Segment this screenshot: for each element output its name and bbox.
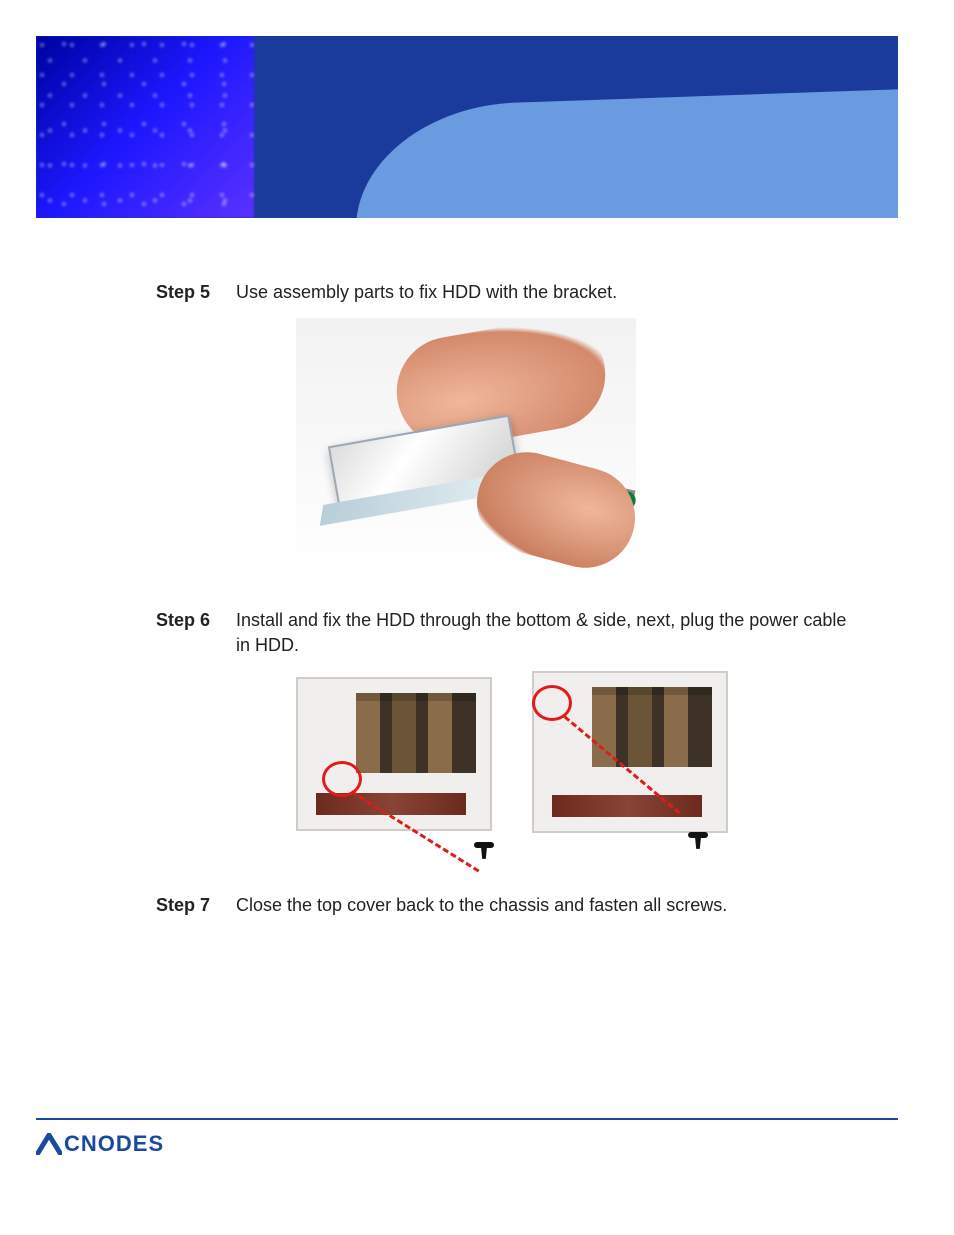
step-7-block: Step 7 Close the top cover back to the c… — [156, 893, 856, 917]
step-5-label: Step 5 — [156, 280, 236, 304]
banner-pcb-graphic — [36, 36, 254, 218]
step-6-block: Step 6 Install and fix the HDD through t… — [156, 608, 856, 657]
brand-logo-mark-icon — [36, 1133, 62, 1155]
chassis-board-graphic — [552, 795, 702, 817]
step-7-label: Step 7 — [156, 893, 236, 917]
step-7-text: Close the top cover back to the chassis … — [236, 893, 856, 917]
chassis-install-photo — [296, 671, 728, 859]
chassis-bottom-graphic — [296, 677, 492, 831]
step-5-figure — [296, 318, 954, 580]
hdd-bracket-photo — [296, 318, 636, 580]
brand-logo: CNODES — [36, 1131, 164, 1157]
footer-divider — [36, 1118, 898, 1120]
step-6-figure — [296, 671, 954, 859]
document-page: Step 5 Use assembly parts to fix HDD wit… — [0, 0, 954, 1235]
brand-logo-text: CNODES — [64, 1131, 164, 1157]
screw-icon — [474, 839, 494, 857]
content-area: Step 5 Use assembly parts to fix HDD wit… — [156, 280, 856, 931]
banner-swoosh-graphic — [356, 84, 898, 218]
step-6-text: Install and fix the HDD through the bott… — [236, 608, 856, 657]
header-banner — [36, 36, 898, 218]
step-5-block: Step 5 Use assembly parts to fix HDD wit… — [156, 280, 856, 304]
screw-icon — [688, 829, 708, 847]
step-6-label: Step 6 — [156, 608, 236, 632]
step-5-text: Use assembly parts to fix HDD with the b… — [236, 280, 856, 304]
callout-circle-icon — [322, 761, 362, 797]
chassis-internals-graphic — [356, 693, 476, 773]
